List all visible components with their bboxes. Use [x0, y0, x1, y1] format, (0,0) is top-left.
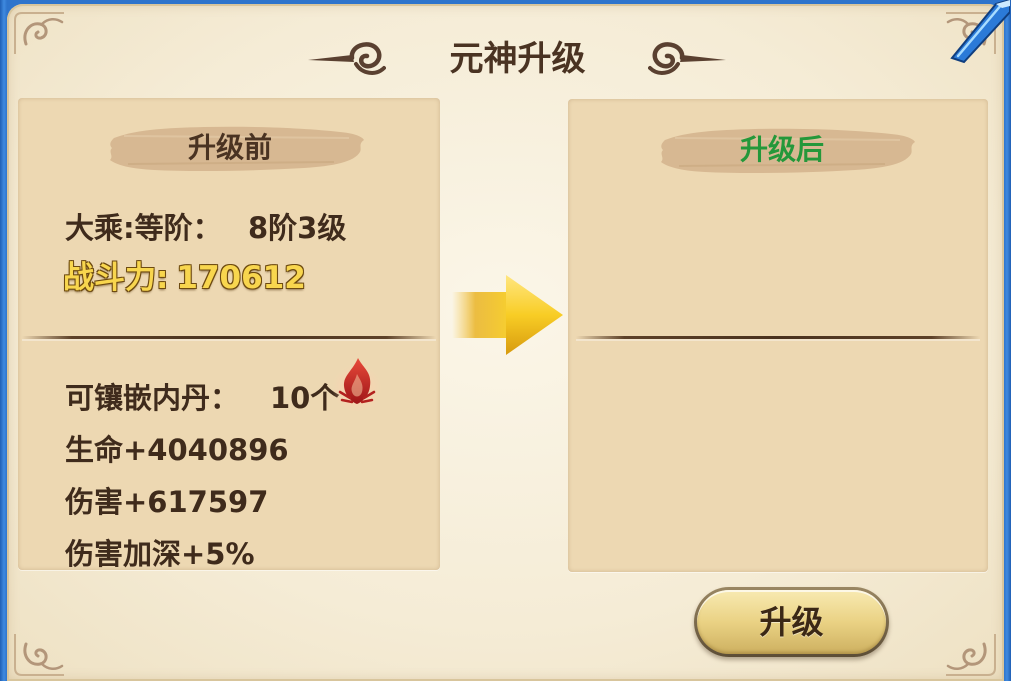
after-header: 升级后	[739, 133, 824, 166]
close-button[interactable]	[948, 0, 1011, 64]
list-item: 生命+4040896	[65, 433, 289, 467]
combat-power-label: 战斗力:	[63, 260, 169, 296]
realm-value: 8阶3级	[248, 211, 347, 245]
corner-swirl-icon	[14, 634, 64, 676]
before-upgrade-panel: 升级前 大乘:等阶： 8阶3级 战斗力: 170612 可镶嵌内丹： 10个 生…	[18, 98, 440, 570]
arrow-right-icon	[452, 275, 563, 355]
close-blade-icon	[950, 0, 1011, 64]
corner-swirl-icon	[14, 12, 64, 54]
stats-list: 生命+4040896 伤害+617597 伤害加深+5%	[65, 434, 425, 570]
inlay-value: 10个	[270, 381, 340, 415]
upgrade-dialog-screen: 元神升级 升级前 大乘:等阶： 8阶3级 战斗力: 170612 可镶嵌内丹： 1…	[0, 0, 1011, 681]
combat-power-value: 170612	[176, 260, 306, 296]
list-item: 伤害+617597	[65, 485, 269, 519]
corner-swirl-icon	[946, 634, 996, 676]
dialog-title: 元神升级	[449, 39, 586, 79]
section-divider	[576, 336, 980, 339]
upgrade-button[interactable]: 升级	[694, 587, 889, 657]
flame-icon	[332, 358, 382, 411]
cloud-swirl-icon	[308, 42, 386, 75]
inlay-label: 可镶嵌内丹：	[65, 381, 240, 415]
realm-label: 大乘:等阶：	[65, 211, 222, 245]
section-divider	[22, 336, 436, 339]
combat-power: 战斗力: 170612	[63, 261, 306, 295]
after-upgrade-panel: 升级后	[568, 99, 988, 572]
list-item: 伤害加深+5%	[65, 537, 255, 570]
before-header: 升级前	[187, 131, 272, 164]
cloud-swirl-icon	[648, 42, 726, 75]
upgrade-button-label: 升级	[697, 590, 886, 654]
